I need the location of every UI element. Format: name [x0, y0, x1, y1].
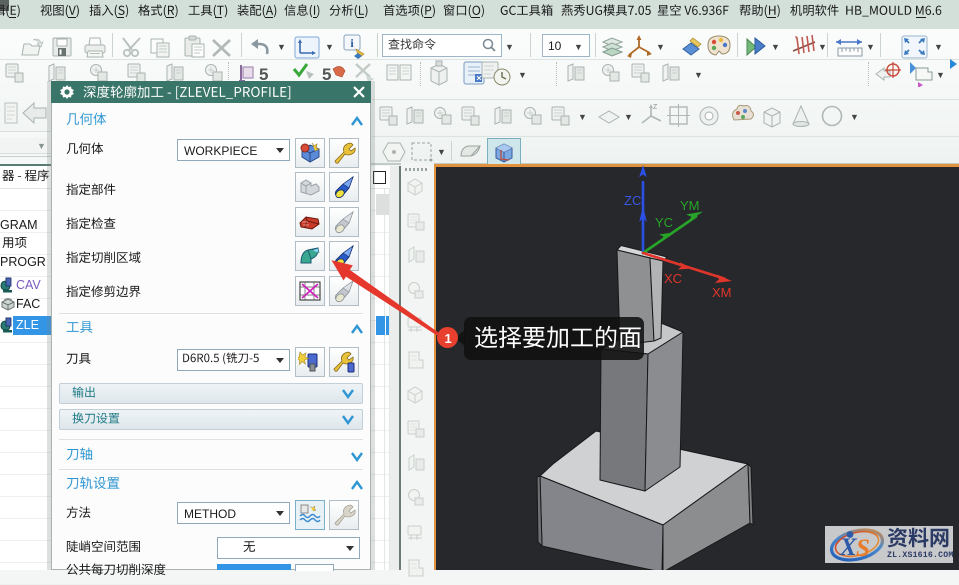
svg-text:Z: Z	[653, 104, 658, 111]
svg-text:S: S	[856, 535, 870, 562]
